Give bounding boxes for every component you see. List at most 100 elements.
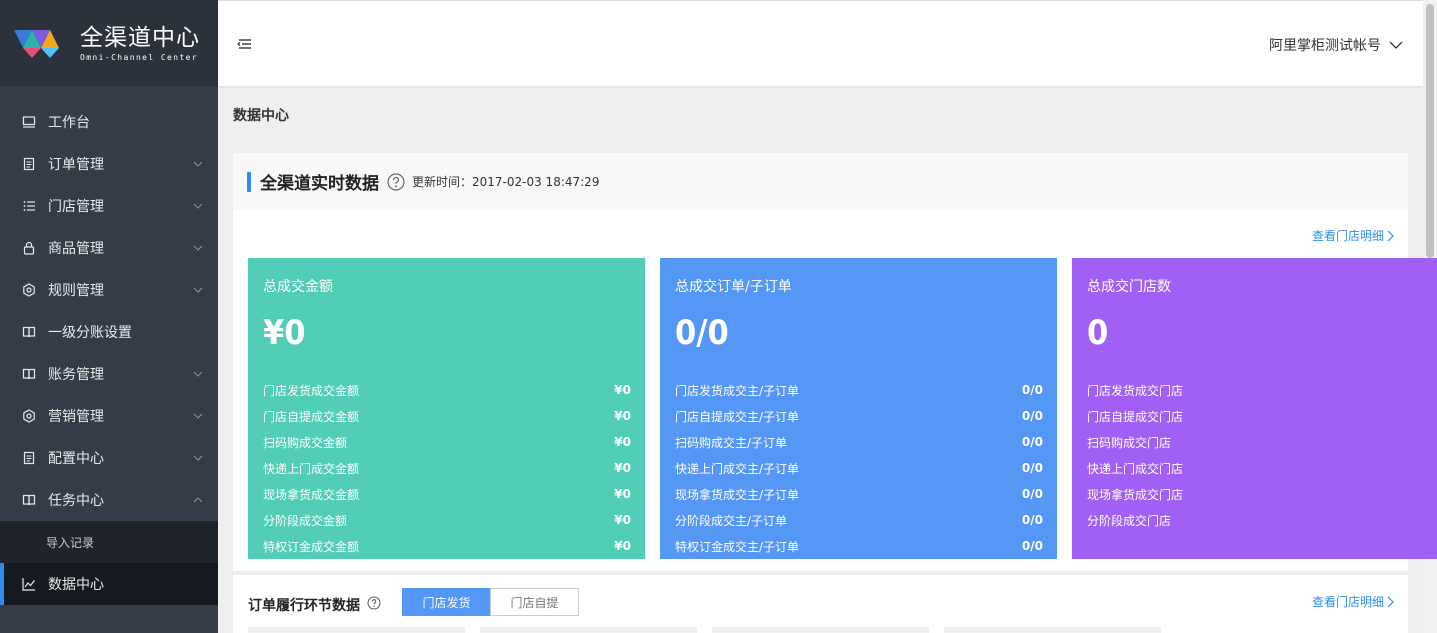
stat-row: 扫码购成交金额 ¥0: [263, 429, 631, 455]
stat-card-title: 总成交金额: [263, 279, 333, 295]
stat-row-value: ¥0: [614, 435, 631, 449]
stat-box: [480, 627, 697, 633]
sidebar-item-label: 工作台: [48, 115, 90, 131]
realtime-data-panel: 全渠道实时数据 更新时间：2017-02-03 18:47:29 查看门店明细 …: [233, 153, 1437, 571]
stat-row-label: 现场拿货成交门店: [1087, 487, 1184, 502]
stat-row: 现场拿货成交门店0: [1087, 481, 1437, 507]
stat-box: [944, 627, 1161, 633]
help-icon[interactable]: [387, 172, 405, 191]
book-icon: [22, 493, 36, 507]
panel-title: 全渠道实时数据: [260, 174, 379, 194]
stat-row-label: 分阶段成交主/子订单: [675, 513, 788, 528]
stat-row-value: 0/0: [1021, 461, 1043, 475]
stat-row: 分阶段成交金额 ¥0: [263, 507, 631, 533]
stat-row: 分阶段成交门店0: [1087, 507, 1437, 533]
stat-card-rows: 门店发货成交门店0门店自提成交门店0扫码购成交门店0快递上门成交门店0现场拿货成…: [1087, 377, 1437, 533]
view-store-detail-label: 查看门店明细: [1311, 595, 1384, 609]
stat-row-label: 扫码购成交金额: [263, 435, 348, 450]
update-time: 更新时间：2017-02-03 18:47:29: [412, 175, 600, 189]
stat-row: 门店发货成交门店0: [1087, 377, 1437, 403]
monitor-icon: [22, 115, 36, 129]
logo-subtitle: Omni-Channel Center: [80, 52, 199, 62]
view-store-detail-link-2[interactable]: 查看门店明细: [1312, 593, 1394, 610]
gear-icon: [22, 283, 36, 297]
stat-row-label: 快递上门成交金额: [263, 461, 360, 476]
view-store-detail-label: 查看门店明细: [1311, 229, 1384, 243]
stat-row: 扫码购成交主/子订单 0/0: [675, 429, 1043, 455]
menu-toggle-icon[interactable]: [236, 37, 252, 51]
book-icon: [22, 367, 36, 381]
stat-row-value: ¥0: [614, 383, 631, 397]
stat-row: 快递上门成交主/子订单 0/0: [675, 455, 1043, 481]
list-icon: [22, 199, 36, 213]
stat-card-title: 总成交订单/子订单: [675, 279, 792, 295]
sidebar-item-label: 订单管理: [48, 157, 104, 173]
sidebar-item[interactable]: 账务管理: [0, 353, 218, 395]
chevron-down-icon: [193, 413, 203, 419]
stat-row: 现场拿货成交金额 ¥0: [263, 481, 631, 507]
book-icon: [22, 325, 36, 339]
sidebar-item[interactable]: 商品管理: [0, 227, 218, 269]
stat-row-label: 门店自提成交主/子订单: [675, 409, 800, 424]
sidebar-item[interactable]: 配置中心: [0, 437, 218, 479]
stat-card-total: ¥0: [263, 313, 306, 353]
account-menu[interactable]: 阿里掌柜测试帐号: [1269, 35, 1403, 55]
stat-row-label: 特权订金成交金额: [263, 539, 360, 554]
stat-row-value: ¥0: [614, 487, 631, 501]
stat-row: 门店自提成交门店0: [1087, 403, 1437, 429]
stat-row-label: 分阶段成交金额: [263, 513, 348, 528]
stat-row-label: 门店自提成交门店: [1087, 409, 1184, 424]
fulfillment-tab[interactable]: 门店自提: [490, 588, 579, 616]
chevron-down-icon: [193, 287, 203, 293]
stat-row-label: 现场拿货成交金额: [263, 487, 360, 502]
stat-row-value: ¥0: [614, 513, 631, 527]
submenu-item-import-records[interactable]: 导入记录: [0, 521, 218, 563]
view-store-detail-link[interactable]: 查看门店明细: [1312, 227, 1394, 244]
sidebar-item[interactable]: 订单管理: [0, 143, 218, 185]
stat-box: [712, 627, 929, 633]
sidebar-item-data-center[interactable]: 数据中心: [0, 563, 218, 605]
chart-icon: [22, 577, 36, 591]
stat-row: 扫码购成交门店0: [1087, 429, 1437, 455]
sidebar-item[interactable]: 任务中心: [0, 479, 218, 521]
chevron-down-icon: [193, 161, 203, 167]
top-header: 阿里掌柜测试帐号: [218, 0, 1423, 86]
stat-row-value: ¥0: [614, 409, 631, 423]
stat-card: 总成交门店数0门店发货成交门店0门店自提成交门店0扫码购成交门店0快递上门成交门…: [1072, 258, 1437, 559]
sidebar-item[interactable]: 规则管理: [0, 269, 218, 311]
sidebar: 全渠道中心 Omni-Channel Center 工作台订单管理门店管理商品管…: [0, 0, 218, 633]
sidebar-item[interactable]: 门店管理: [0, 185, 218, 227]
sidebar-item[interactable]: 工作台: [0, 101, 218, 143]
sidebar-item[interactable]: 一级分账设置: [0, 311, 218, 353]
sidebar-item-label: 商品管理: [48, 241, 104, 257]
stat-row-label: 门店发货成交金额: [263, 383, 360, 398]
stat-row-value: 0/0: [1021, 409, 1043, 423]
stat-card: 总成交金额 ¥0 门店发货成交金额 ¥0 门店自提成交金额 ¥0 扫码购成交金额 ¥0 快递上门…: [248, 258, 645, 559]
sidebar-item-label: 一级分账设置: [48, 325, 132, 341]
stat-row-label: 快递上门成交主/子订单: [675, 461, 800, 476]
logo[interactable]: 全渠道中心 Omni-Channel Center: [0, 0, 218, 86]
scrollbar-thumb[interactable]: [1426, 4, 1434, 258]
stat-row-value: 0/0: [1021, 539, 1043, 553]
sidebar-item-label: 营销管理: [48, 409, 104, 425]
chevron-down-icon: [193, 203, 203, 209]
stat-row: 分阶段成交主/子订单 0/0: [675, 507, 1043, 533]
sidebar-item[interactable]: 营销管理: [0, 395, 218, 437]
sidebar-item-label: 配置中心: [48, 451, 104, 467]
stat-card-total: 0/0: [675, 313, 729, 353]
sidebar-item-label: 门店管理: [48, 199, 104, 215]
stat-row-value: 0/0: [1021, 435, 1043, 449]
submenu-item-label: 导入记录: [46, 535, 95, 550]
stat-row: 门店自提成交金额 ¥0: [263, 403, 631, 429]
stat-row-label: 现场拿货成交主/子订单: [675, 487, 800, 502]
sidebar-item-label: 数据中心: [48, 577, 104, 593]
help-icon[interactable]: [367, 596, 381, 610]
stat-row-value: 0/0: [1021, 383, 1043, 397]
stat-card-rows: 门店发货成交主/子订单 0/0 门店自提成交主/子订单 0/0 扫码购成交主/子订单 0/…: [675, 377, 1043, 559]
fulfillment-tab[interactable]: 门店发货: [402, 588, 491, 616]
stat-card-title: 总成交门店数: [1087, 279, 1171, 295]
document-icon: [22, 157, 36, 171]
stat-row: 特权订金成交金额 ¥0: [263, 533, 631, 559]
stat-card: 总成交订单/子订单 0/0 门店发货成交主/子订单 0/0 门店自提成交主/子订单 0/0…: [660, 258, 1057, 559]
stat-row-label: 门店发货成交门店: [1087, 383, 1184, 398]
